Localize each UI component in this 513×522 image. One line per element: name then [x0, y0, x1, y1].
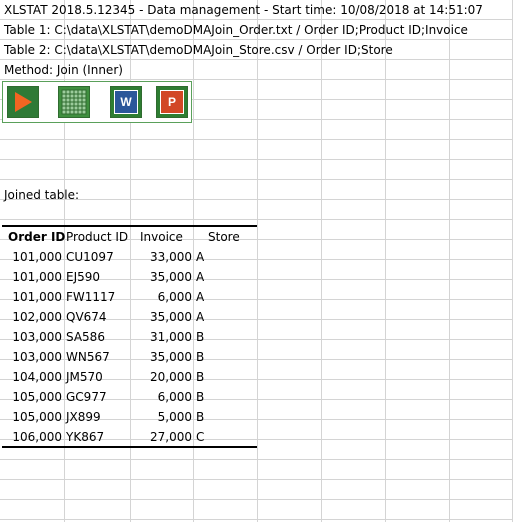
- store-cell: A: [196, 290, 205, 304]
- table-bottom-rule: [2, 446, 257, 448]
- order-id-cell: 104,000: [12, 370, 62, 384]
- table-row: 104,000 JM570 20,000 B: [0, 367, 260, 387]
- header-title: XLSTAT 2018.5.12345 - Data management - …: [4, 3, 483, 17]
- order-id-cell: 101,000: [12, 250, 62, 264]
- product-id-cell: JM570: [66, 370, 103, 384]
- store-cell: B: [196, 370, 205, 384]
- table-row: 105,000 GC977 6,000 B: [0, 387, 260, 407]
- order-id-cell: 103,000: [12, 330, 62, 344]
- product-id-cell: CU1097: [66, 250, 114, 264]
- order-id-cell: 103,000: [12, 350, 62, 364]
- product-id-cell: QV674: [66, 310, 107, 324]
- product-id-cell: EJ590: [66, 270, 101, 284]
- invoice-cell: 27,000: [150, 430, 192, 444]
- order-id-cell: 106,000: [12, 430, 62, 444]
- store-cell: B: [196, 330, 205, 344]
- invoice-cell: 6,000: [157, 290, 192, 304]
- table-row: 106,000 YK867 27,000 C: [0, 427, 260, 447]
- store-cell: B: [196, 410, 205, 424]
- spreadsheet-icon: [61, 89, 87, 115]
- spreadsheet-area[interactable]: XLSTAT 2018.5.12345 - Data management - …: [0, 0, 513, 522]
- run-button[interactable]: [7, 86, 39, 118]
- store-cell: A: [196, 250, 205, 264]
- column-header-store: Store: [208, 230, 240, 244]
- header-table2: Table 2: C:\data\XLSTAT\demoDMAJoin_Stor…: [4, 43, 393, 57]
- header-table1: Table 1: C:\data\XLSTAT\demoDMAJoin_Orde…: [4, 23, 468, 37]
- column-header-invoice: Invoice: [140, 230, 183, 244]
- invoice-cell: 20,000: [150, 370, 192, 384]
- store-cell: C: [196, 430, 205, 444]
- invoice-cell: 35,000: [150, 310, 192, 324]
- invoice-cell: 33,000: [150, 250, 192, 264]
- joined-table-label: Joined table:: [4, 188, 80, 202]
- table-row: 101,000 CU1097 33,000 A: [0, 247, 260, 267]
- column-header-product-id: Product ID: [66, 230, 129, 244]
- invoice-cell: 31,000: [150, 330, 192, 344]
- table-row: 103,000 WN567 35,000 B: [0, 347, 260, 367]
- order-id-cell: 102,000: [12, 310, 62, 324]
- product-id-cell: JX899: [66, 410, 101, 424]
- product-id-cell: WN567: [66, 350, 110, 364]
- column-header-order-id: Order ID: [8, 230, 66, 244]
- store-cell: B: [196, 350, 205, 364]
- table-row: 101,000 EJ590 35,000 A: [0, 267, 260, 287]
- play-icon: [15, 92, 32, 112]
- order-id-cell: 101,000: [12, 290, 62, 304]
- powerpoint-icon: P: [160, 90, 184, 114]
- export-word-button[interactable]: W: [110, 86, 142, 118]
- order-id-cell: 105,000: [12, 410, 62, 424]
- product-id-cell: YK867: [66, 430, 105, 444]
- header-method: Method: Join (Inner): [4, 63, 123, 77]
- table-row: 101,000 FW1117 6,000 A: [0, 287, 260, 307]
- export-powerpoint-button[interactable]: P: [156, 86, 188, 118]
- table-row: 105,000 JX899 5,000 B: [0, 407, 260, 427]
- table-header-row: Order ID Product ID Invoice Store: [0, 227, 260, 247]
- table-row: 103,000 SA586 31,000 B: [0, 327, 260, 347]
- product-id-cell: SA586: [66, 330, 105, 344]
- store-cell: A: [196, 270, 205, 284]
- invoice-cell: 6,000: [157, 390, 192, 404]
- invoice-cell: 35,000: [150, 350, 192, 364]
- product-id-cell: GC977: [66, 390, 107, 404]
- xlstat-toolbar: W P: [2, 81, 192, 123]
- invoice-cell: 5,000: [157, 410, 192, 424]
- order-id-cell: 101,000: [12, 270, 62, 284]
- word-icon: W: [114, 90, 138, 114]
- product-id-cell: FW1117: [66, 290, 116, 304]
- store-cell: B: [196, 390, 205, 404]
- order-id-cell: 105,000: [12, 390, 62, 404]
- invoice-cell: 35,000: [150, 270, 192, 284]
- spreadsheet-button[interactable]: [58, 86, 90, 118]
- store-cell: A: [196, 310, 205, 324]
- table-row: 102,000 QV674 35,000 A: [0, 307, 260, 327]
